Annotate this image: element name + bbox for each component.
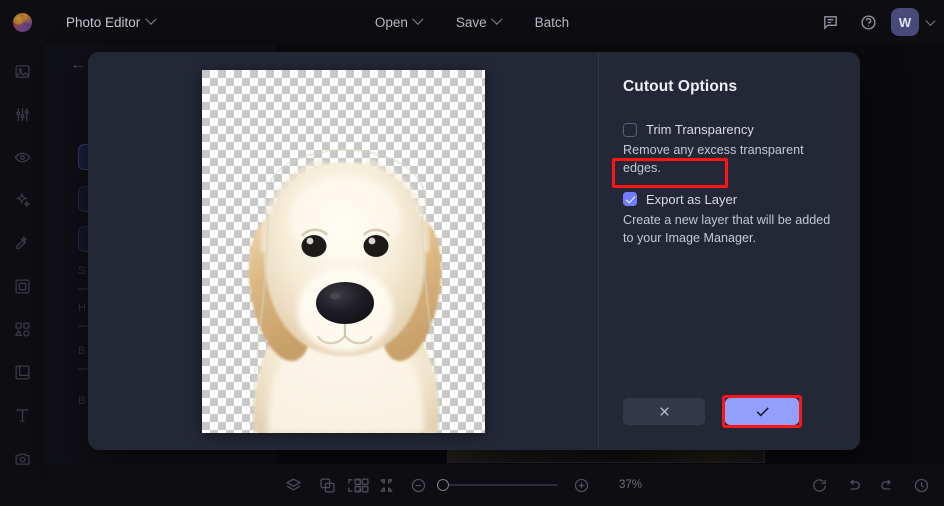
fit-to-screen-icon[interactable] <box>346 477 363 494</box>
help-icon[interactable] <box>853 7 883 37</box>
sidebar-item-crop[interactable] <box>7 359 37 385</box>
layers-icon[interactable] <box>285 477 302 494</box>
feedback-icon[interactable] <box>815 7 845 37</box>
save-menu-label: Save <box>455 14 487 30</box>
zoom-slider[interactable] <box>436 479 558 491</box>
sidebar-item-adjust[interactable] <box>7 101 37 127</box>
batch-label: Batch <box>534 14 570 30</box>
center-menu-group: Open Save Batch <box>362 9 582 36</box>
top-right-tools: W <box>815 0 936 44</box>
open-menu-label: Open <box>374 14 408 30</box>
page-title: Cutout Options <box>623 78 738 95</box>
sidebar-item-shapes[interactable] <box>7 316 37 342</box>
zoom-out-icon[interactable] <box>410 477 427 494</box>
color-wheel-logo-icon <box>13 12 32 32</box>
sidebar-item-effects[interactable] <box>7 144 37 170</box>
confirm-button-wrapper <box>722 395 802 428</box>
sidebar-item-text[interactable] <box>7 402 37 428</box>
option-export-as-layer: Export as Layer Create a new layer that … <box>623 192 836 248</box>
undo-icon[interactable] <box>845 477 862 494</box>
bg-slider-3[interactable] <box>78 368 88 370</box>
app-name-label: Photo Editor <box>66 14 141 30</box>
open-menu-button[interactable]: Open <box>362 9 435 36</box>
app-name-menu[interactable]: Photo Editor <box>55 9 166 36</box>
bg-label-3: B <box>78 345 86 357</box>
zoom-in-icon[interactable] <box>573 477 590 494</box>
export-as-layer-label: Export as Layer <box>646 191 738 207</box>
bg-label-2: H <box>78 302 87 314</box>
sidebar-item-cutout[interactable] <box>7 230 37 256</box>
bg-slider-2[interactable] <box>78 325 88 327</box>
chevron-down-icon <box>412 13 424 25</box>
sidebar-item-frame[interactable] <box>7 273 37 299</box>
puppy-cutout-image <box>248 148 441 433</box>
cutout-options-panel: Cutout Options Trim Transparency Remove … <box>599 52 860 450</box>
bg-label-1: S <box>78 265 86 277</box>
refresh-icon[interactable] <box>811 477 828 494</box>
zoom-level-label: 37% <box>618 479 643 491</box>
cutout-preview-area <box>88 52 598 450</box>
sidebar-item-image[interactable] <box>7 58 37 84</box>
trim-transparency-description: Remove any excess transparent edges. <box>623 143 804 175</box>
trim-transparency-label: Trim Transparency <box>646 122 754 137</box>
confirm-button[interactable] <box>725 398 799 425</box>
chevron-down-icon[interactable] <box>925 15 936 26</box>
dialog-action-bar <box>623 395 802 428</box>
zoom-controls: 37% <box>346 477 642 494</box>
sidebar-item-camera[interactable] <box>7 445 37 471</box>
chevron-down-icon <box>490 13 503 25</box>
sidebar-item-retouch[interactable] <box>7 187 37 213</box>
bg-label-4: B <box>78 395 86 407</box>
bottom-status-bar: 37% <box>44 464 944 506</box>
link-image-icon[interactable] <box>319 477 336 494</box>
redo-icon[interactable] <box>879 477 896 494</box>
panel-back-button[interactable]: ← <box>70 56 90 73</box>
close-x-icon <box>659 407 669 416</box>
top-toolbar: Photo Editor Open Save Batch W <box>0 0 944 44</box>
chevron-down-icon <box>145 13 157 25</box>
checkmark-icon <box>756 407 769 417</box>
cutout-preview <box>201 69 485 433</box>
export-as-layer-checkbox[interactable] <box>623 192 637 207</box>
save-menu-button[interactable]: Save <box>443 9 514 36</box>
actual-size-icon[interactable] <box>378 477 395 494</box>
bottom-right-tools <box>811 477 930 494</box>
batch-button[interactable]: Batch <box>522 9 583 36</box>
avatar[interactable]: W <box>891 8 919 36</box>
option-trim-transparency: Trim Transparency Remove any excess tran… <box>623 122 836 178</box>
photo-editor-app: Photo Editor Open Save Batch W ← S H B B… <box>0 0 944 506</box>
export-as-layer-description: Create a new layer that will be added to… <box>623 212 831 245</box>
left-sidebar <box>0 44 44 506</box>
app-logo[interactable] <box>0 0 45 44</box>
cutout-options-dialog: Cutout Options Trim Transparency Remove … <box>88 52 860 450</box>
trim-transparency-checkbox[interactable] <box>623 122 637 137</box>
zoom-slider-handle[interactable] <box>436 479 449 491</box>
avatar-initial: W <box>898 14 912 30</box>
history-icon[interactable] <box>913 477 930 494</box>
bg-slider-1[interactable] <box>78 288 88 290</box>
cancel-button[interactable] <box>623 398 705 425</box>
